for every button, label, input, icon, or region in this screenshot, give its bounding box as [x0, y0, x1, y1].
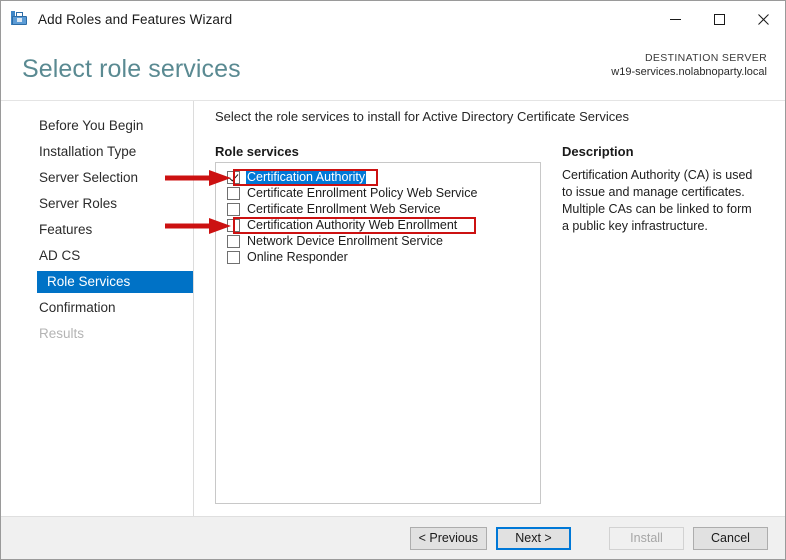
- wizard-window: Add Roles and Features Wizard Select rol…: [0, 0, 786, 560]
- role-service-row-certification-authority[interactable]: Certification Authority: [216, 169, 540, 185]
- role-service-row-certification-authority-web-enrollment[interactable]: Certification Authority Web Enrollment: [216, 217, 540, 233]
- sidebar-item-before-you-begin[interactable]: Before You Begin: [1, 115, 193, 137]
- role-service-label: Certification Authority: [246, 169, 367, 185]
- minimize-button[interactable]: [653, 1, 697, 37]
- instruction-text: Select the role services to install for …: [215, 109, 629, 124]
- page-header: Select role services DESTINATION SERVER …: [1, 37, 785, 101]
- sidebar-item-server-selection[interactable]: Server Selection: [1, 167, 193, 189]
- server-manager-icon: [11, 10, 29, 28]
- checkbox-certificate-enrollment-web-service[interactable]: [227, 202, 240, 216]
- maximize-button[interactable]: [697, 1, 741, 37]
- window-title: Add Roles and Features Wizard: [38, 11, 233, 27]
- checkbox-certificate-enrollment-policy-web-service[interactable]: [227, 186, 240, 200]
- checkbox-certification-authority[interactable]: [227, 170, 240, 184]
- role-service-label: Certificate Enrollment Web Service: [247, 201, 441, 216]
- minimize-icon: [669, 18, 681, 20]
- install-button: Install: [609, 526, 684, 550]
- role-service-row-certificate-enrollment-policy-web-service[interactable]: Certificate Enrollment Policy Web Servic…: [216, 185, 540, 201]
- role-service-label: Online Responder: [247, 249, 348, 264]
- sidebar-item-ad-cs[interactable]: AD CS: [1, 245, 193, 267]
- sidebar-item-role-services[interactable]: Role Services: [37, 271, 193, 293]
- next-button[interactable]: Next >: [496, 526, 571, 550]
- sidebar-item-installation-type[interactable]: Installation Type: [1, 141, 193, 163]
- checkbox-online-responder[interactable]: [227, 250, 240, 264]
- sidebar-item-server-roles[interactable]: Server Roles: [1, 193, 193, 215]
- window-controls: [653, 1, 785, 37]
- page-title: Select role services: [22, 55, 241, 83]
- wizard-body: Before You Begin Installation Type Serve…: [1, 101, 785, 516]
- wizard-content: Select the role services to install for …: [195, 101, 785, 516]
- previous-button[interactable]: < Previous: [409, 526, 487, 550]
- role-service-row-certificate-enrollment-web-service[interactable]: Certificate Enrollment Web Service: [216, 201, 540, 217]
- role-service-row-network-device-enrollment-service[interactable]: Network Device Enrollment Service: [216, 233, 540, 249]
- role-service-row-online-responder[interactable]: Online Responder: [216, 249, 540, 265]
- checkbox-network-device-enrollment-service[interactable]: [227, 234, 240, 248]
- role-service-label: Network Device Enrollment Service: [247, 233, 443, 248]
- maximize-icon: [713, 13, 725, 25]
- destination-server-label: DESTINATION SERVER: [644, 52, 767, 64]
- checkbox-certification-authority-web-enrollment[interactable]: [227, 218, 240, 232]
- description-text: Certification Authority (CA) is used to …: [562, 168, 753, 233]
- close-button[interactable]: [741, 1, 785, 37]
- close-icon: [757, 13, 769, 25]
- destination-server-block: DESTINATION SERVER w19-services.nolabnop…: [611, 51, 767, 79]
- role-service-label: Certification Authority Web Enrollment: [247, 217, 458, 232]
- sidebar-item-results: Results: [39, 326, 85, 341]
- role-services-listbox[interactable]: Certification Authority Certificate Enro…: [215, 162, 541, 504]
- wizard-navigation: Before You Begin Installation Type Serve…: [1, 101, 194, 516]
- cancel-button[interactable]: Cancel: [693, 526, 768, 550]
- title-bar: Add Roles and Features Wizard: [1, 1, 785, 37]
- sidebar-item-features[interactable]: Features: [1, 219, 193, 241]
- role-service-label: Certificate Enrollment Policy Web Servic…: [247, 185, 478, 200]
- role-services-label: Role services: [215, 144, 299, 159]
- description-title: Description: [562, 144, 634, 159]
- destination-server-value: w19-services.nolabnoparty.local: [611, 66, 767, 78]
- sidebar-item-confirmation[interactable]: Confirmation: [1, 297, 193, 319]
- wizard-footer: < Previous Next > Install Cancel: [1, 516, 785, 559]
